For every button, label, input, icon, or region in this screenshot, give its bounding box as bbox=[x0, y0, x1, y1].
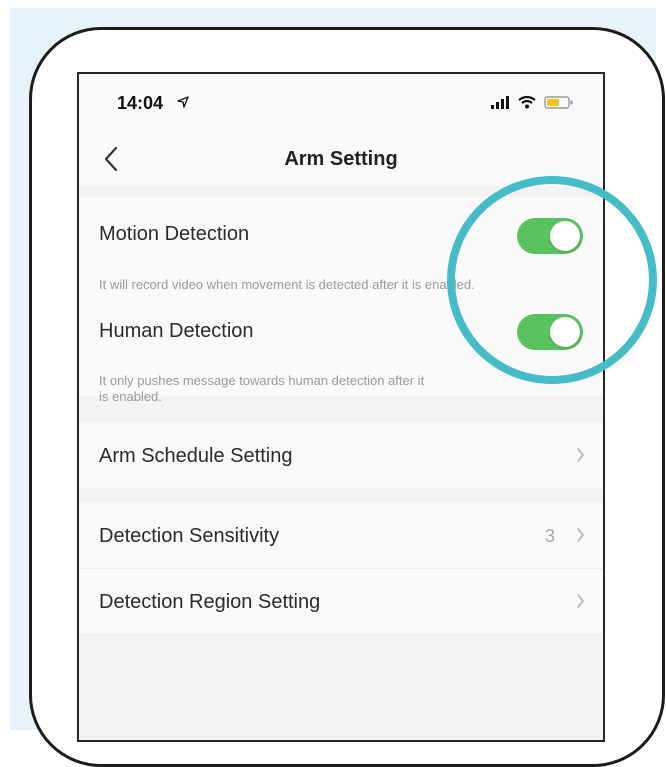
status-bar: 14:04 bbox=[79, 74, 603, 130]
chevron-right-icon bbox=[577, 528, 584, 542]
detection-region-label: Detection Region Setting bbox=[99, 591, 321, 613]
page-title: Arm Setting bbox=[284, 148, 398, 170]
location-arrow-icon bbox=[177, 96, 189, 108]
motion-detection-label: Motion Detection bbox=[99, 223, 250, 245]
wifi-icon bbox=[518, 95, 536, 109]
battery-icon bbox=[544, 96, 573, 109]
human-detection-description-line-1: It only pushes message towards human det… bbox=[99, 373, 425, 388]
detection-sensitivity-row[interactable]: Detection Sensitivity 3 bbox=[79, 502, 603, 568]
arm-schedule-label: Arm Schedule Setting bbox=[99, 445, 293, 467]
phone-screen: 14:04 Arm Setting Motion Detection It wi… bbox=[77, 72, 605, 742]
detection-sensitivity-label: Detection Sensitivity bbox=[99, 525, 280, 547]
chevron-right-icon bbox=[577, 594, 584, 608]
status-icons bbox=[491, 95, 573, 109]
signal-icon bbox=[491, 96, 509, 109]
highlight-circle bbox=[447, 176, 657, 384]
status-time: 14:04 bbox=[117, 93, 164, 113]
human-detection-description-line-2: is enabled. bbox=[99, 389, 162, 404]
navigation-bar: Arm Setting bbox=[79, 130, 603, 186]
arm-schedule-row[interactable]: Arm Schedule Setting bbox=[79, 422, 603, 488]
chevron-right-icon bbox=[577, 448, 584, 462]
human-detection-label: Human Detection bbox=[99, 320, 254, 342]
detection-region-row[interactable]: Detection Region Setting bbox=[79, 568, 603, 633]
detection-sensitivity-value: 3 bbox=[545, 526, 556, 546]
